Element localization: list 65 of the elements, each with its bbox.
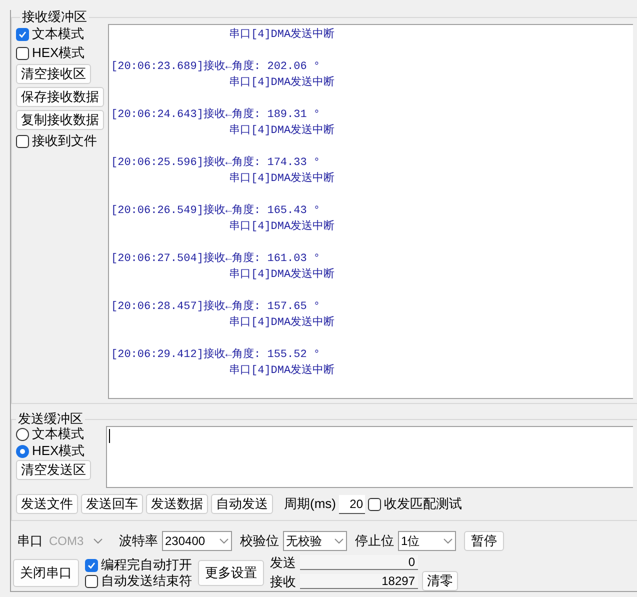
chevron-icon (443, 538, 453, 544)
radio-button[interactable] (16, 444, 29, 458)
port-label: 串口 (17, 532, 43, 550)
checked-checkbox[interactable] (16, 28, 29, 40)
log-status-line: 串口[4]DMA发送中断 (229, 27, 335, 43)
log-line: [20:06:28.457]接收←角度: 157.65 ° (111, 299, 320, 315)
receive-button[interactable]: 清空接收区 (16, 64, 91, 84)
checkmark-icon (87, 560, 96, 570)
log-status-line: 串口[4]DMA发送中断 (229, 363, 335, 379)
checkbox[interactable] (85, 574, 98, 588)
stop-bits-label: 停止位 (355, 532, 394, 550)
checkbox-label: 接收到文件 (32, 133, 97, 149)
more-settings-button[interactable]: 更多设置 (198, 560, 264, 586)
log-line: [20:06:29.412]接收←角度: 155.52 ° (111, 347, 320, 363)
receive-button[interactable]: 复制接收数据 (16, 110, 104, 130)
log-status-line: 串口[4]DMA发送中断 (229, 123, 335, 139)
send-title: 发送缓冲区 (17, 412, 84, 426)
parity-label: 校验位 (240, 532, 279, 550)
checkbox[interactable] (16, 134, 29, 148)
checked-checkbox[interactable] (85, 558, 98, 572)
checkbox-label: 编程完自动打开 (101, 557, 192, 573)
counter-field: 18297 (300, 574, 418, 588)
log-line: [20:06:25.596]接收←角度: 174.33 ° (111, 155, 320, 171)
radio-label: HEX模式 (32, 443, 85, 459)
checkbox[interactable] (16, 46, 29, 60)
radio-button[interactable] (16, 428, 29, 440)
counter-label: 接收 (270, 574, 296, 588)
log-line: [20:06:24.643]接收←角度: 189.31 ° (111, 107, 320, 123)
period-label: 周期(ms) (284, 495, 336, 514)
checkbox-label: 文本模式 (32, 26, 84, 42)
log-status-line: 串口[4]DMA发送中断 (229, 267, 335, 283)
pause-button[interactable]: 暂停 (464, 531, 504, 551)
counter-field: 0 (300, 555, 418, 570)
close-port-button[interactable]: 关闭串口 (13, 559, 79, 587)
checkbox-label: HEX模式 (32, 45, 85, 61)
chevron-icon (334, 538, 344, 544)
dropdown[interactable]: 1位 (398, 531, 456, 551)
reset-button[interactable]: 清零 (422, 571, 458, 591)
dropdown[interactable]: 无校验 (283, 531, 347, 551)
log-status-line: 串口[4]DMA发送中断 (229, 75, 335, 91)
radio-label: 文本模式 (32, 426, 84, 442)
dropdown[interactable]: 230400 (162, 531, 232, 551)
checkbox-label: 自动发送结束符 (101, 573, 192, 589)
checkbox-label: 收发匹配测试 (384, 496, 462, 512)
log-status-line: 串口[4]DMA发送中断 (229, 315, 335, 331)
log-status-line: 串口[4]DMA发送中断 (229, 171, 335, 187)
clear-send-button[interactable]: 清空发送区 (16, 460, 91, 480)
send-action-button[interactable]: 发送数据 (146, 494, 208, 514)
log-line: [20:06:26.549]接收←角度: 165.43 ° (111, 203, 320, 219)
chevron-icon (219, 538, 229, 544)
send-action-button[interactable]: 发送回车 (81, 494, 143, 514)
baud-label: 波特率 (119, 532, 158, 550)
checkbox[interactable] (368, 498, 381, 510)
send-action-button[interactable]: 自动发送 (211, 494, 273, 514)
receive-title: 接收缓冲区 (21, 10, 88, 24)
counter-label: 发送 (270, 555, 296, 570)
checkmark-icon (18, 30, 27, 38)
period-field[interactable]: 20 (339, 494, 365, 514)
receive-button[interactable]: 保存接收数据 (16, 87, 104, 107)
send-text-field[interactable] (106, 426, 633, 488)
send-action-button[interactable]: 发送文件 (16, 494, 78, 514)
log-line: [20:06:23.689]接收←角度: 202.06 ° (111, 59, 320, 75)
chevron-icon (93, 538, 103, 544)
log-line: [20:06:27.504]接收←角度: 161.03 ° (111, 251, 320, 267)
log-status-line: 串口[4]DMA发送中断 (229, 219, 335, 235)
